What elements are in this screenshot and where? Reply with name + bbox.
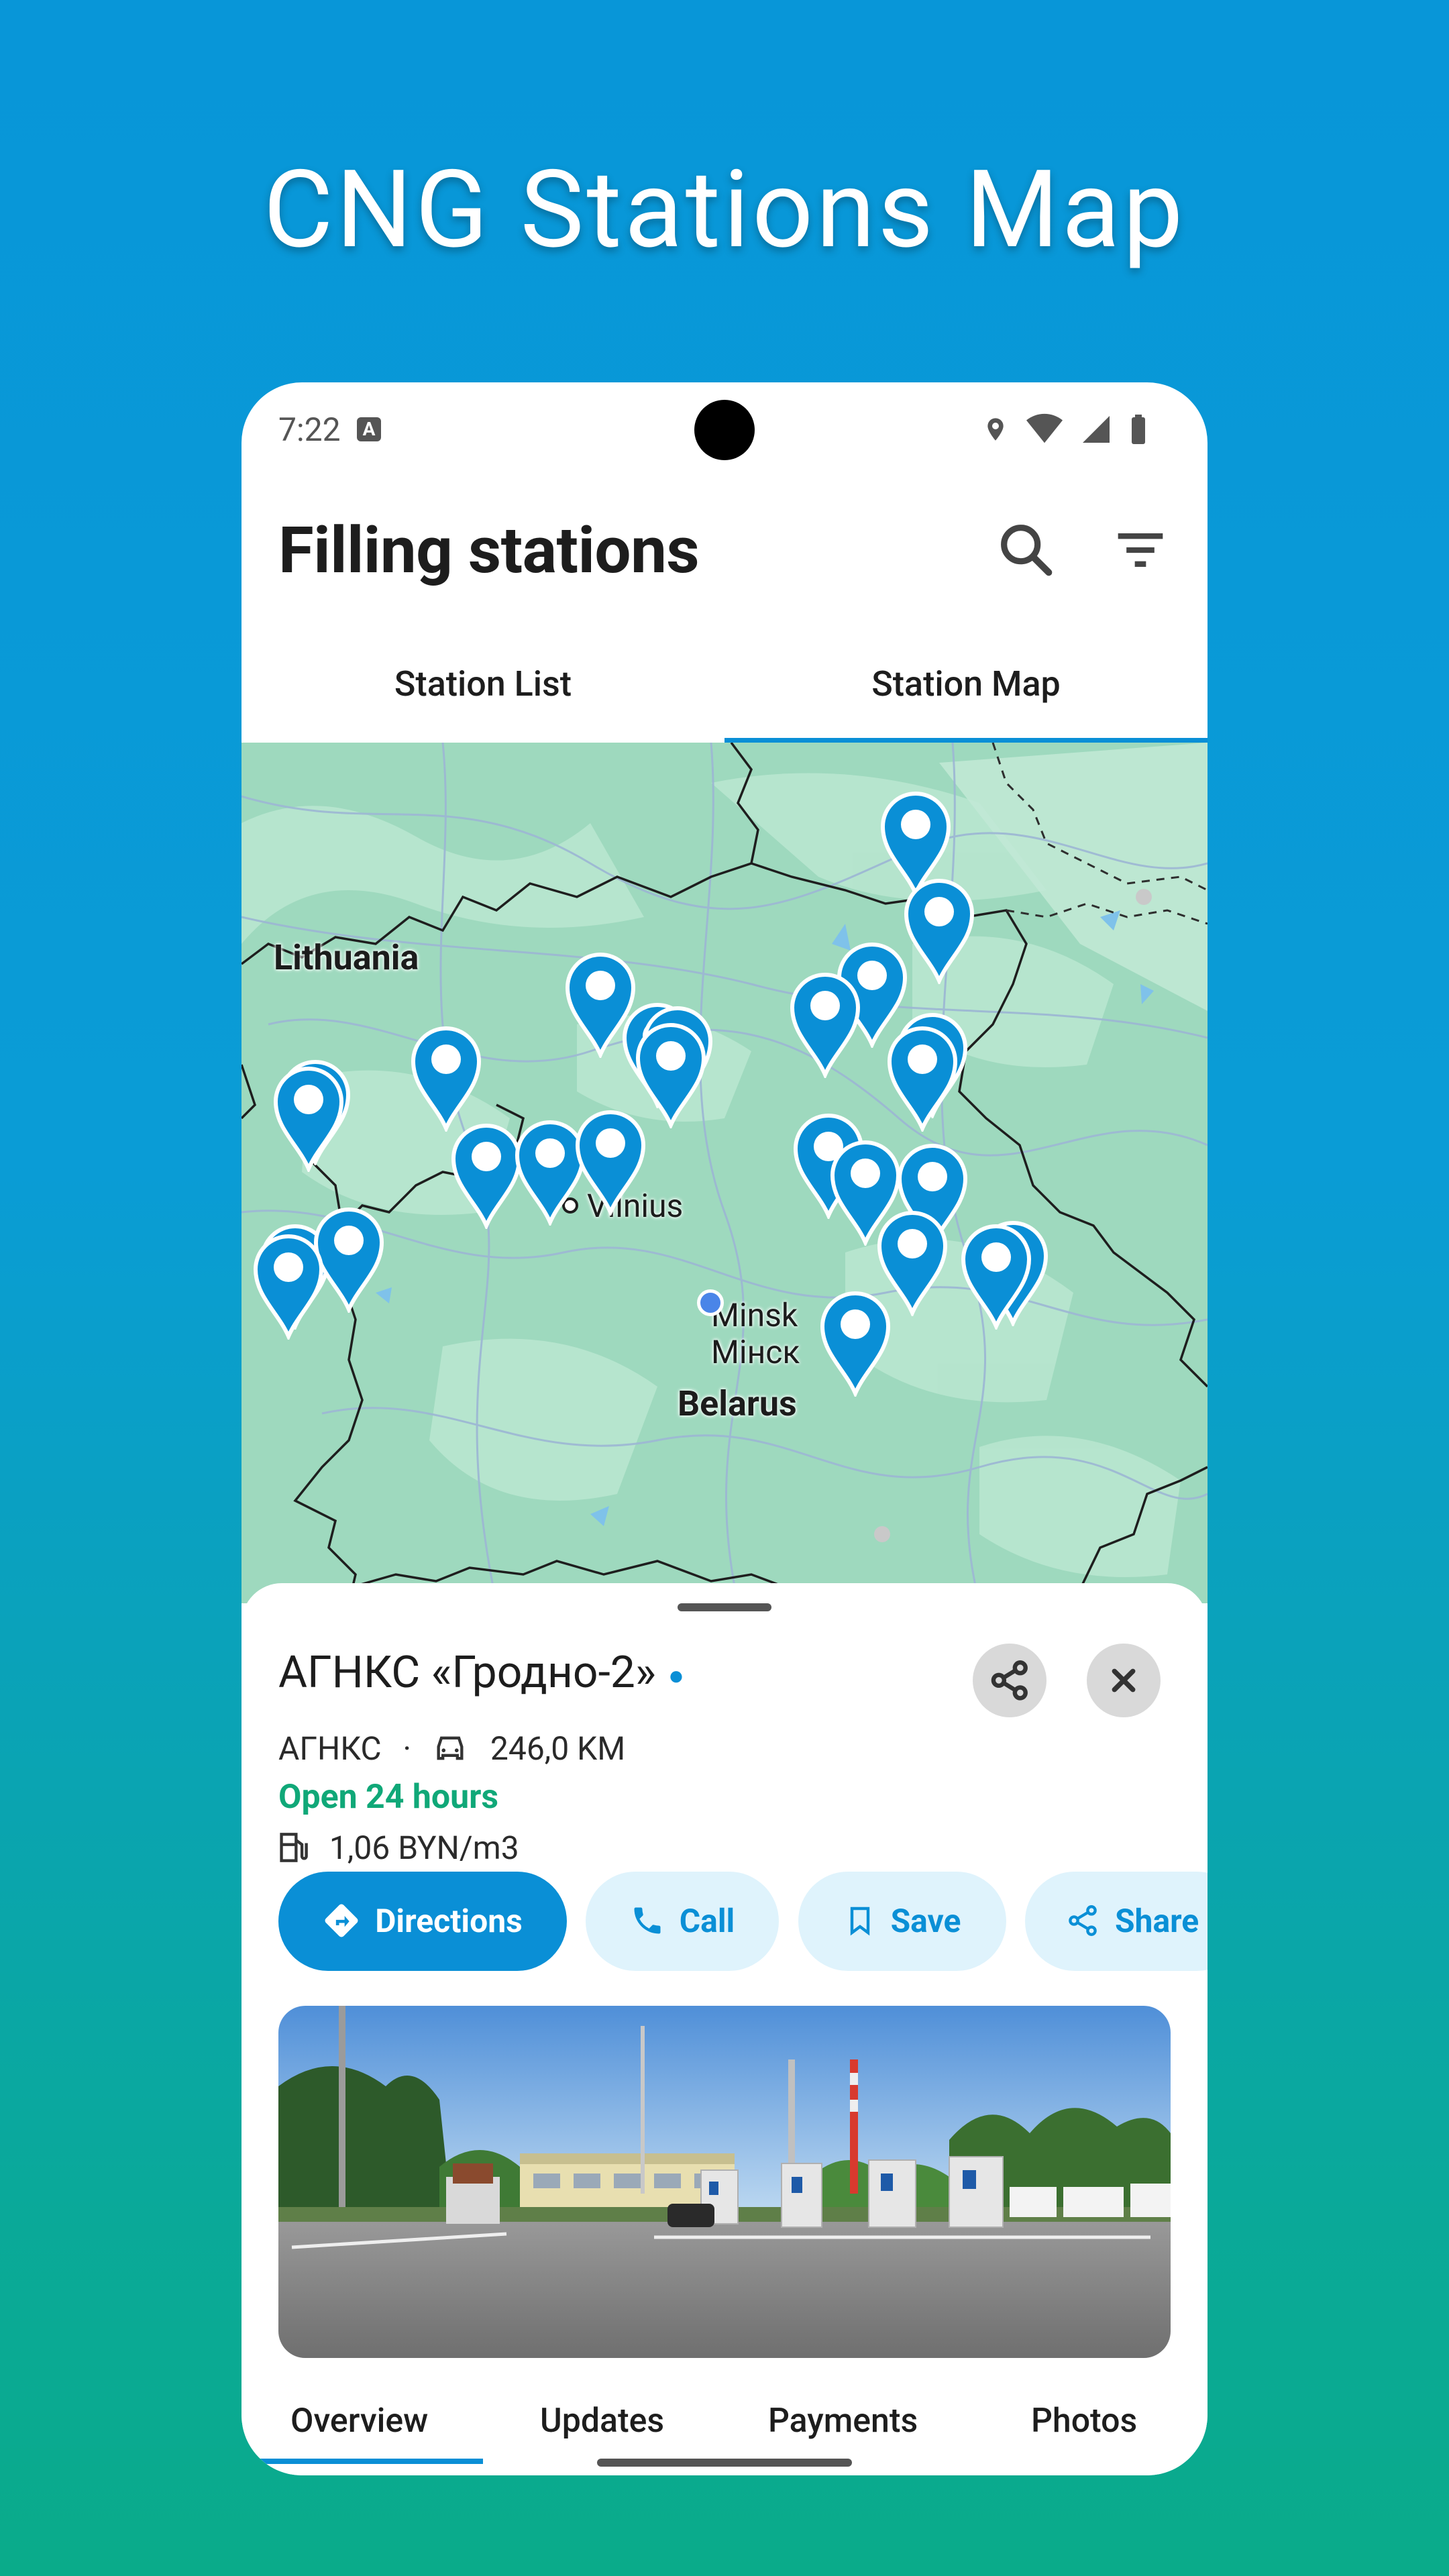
close-icon [1112,1668,1136,1693]
notification-icon: A [357,417,381,441]
fuel-pump-icon [280,1833,308,1863]
station-name: АГНКС «Гродно-2» [278,1647,656,1699]
station-pin-icon[interactable] [818,1289,892,1397]
phone-icon [634,1907,661,1934]
status-icons [967,413,1147,445]
phone-screen: 7:22 A Filling stations Station List Sta… [241,382,1208,2475]
front-camera [694,400,755,460]
station-pin-icon[interactable] [902,877,976,984]
station-pin-icon[interactable] [885,1024,959,1132]
location-icon [987,418,1004,441]
tab-payments[interactable]: Payments [768,2402,918,2440]
station-name-row: АГНКС «Гродно-2» ● [278,1647,684,1699]
save-button[interactable]: Save [798,1872,1006,1971]
station-pin-icon[interactable] [272,1065,345,1172]
tab-photos[interactable]: Photos [1031,2402,1137,2440]
battery-icon [1132,415,1145,444]
home-indicator[interactable] [597,2459,852,2467]
meta-separator: · [402,1729,412,1768]
station-distance: 246,0 KM [490,1729,626,1768]
share-icon [991,1660,1028,1701]
station-pin-icon[interactable] [959,1222,1033,1330]
sheet-drag-handle[interactable] [678,1603,771,1611]
directions-label: Directions [375,1902,523,1940]
station-price-row: 1,06 BYN/m3 [278,1829,519,1867]
promo-title: CNG Stations Map [263,148,1186,273]
tab-overview[interactable]: Overview [290,2402,428,2440]
share-button[interactable]: Share [1025,1872,1208,1971]
bookmark-icon [850,1907,869,1936]
signal-icon [1083,416,1110,443]
map-terrain [241,743,1208,1603]
station-photo-image [278,2006,1171,2358]
map-label-minsk: Minsk [711,1296,798,1334]
share-label: Share [1115,1902,1199,1940]
map-label-belarus: Belarus [678,1383,797,1424]
station-meta: АГНКС · 246,0 KM [278,1729,625,1768]
view-tabs: Station List Station Map [241,651,1208,741]
station-type: АГНКС [278,1729,382,1768]
active-detail-tab-indicator [252,2459,483,2464]
station-photo[interactable] [278,2006,1171,2358]
tab-updates[interactable]: Updates [540,2402,664,2440]
page-title: Filling stations [278,513,700,588]
map-label-minsk-local: Мінск [711,1333,800,1371]
station-pin-icon[interactable] [409,1024,483,1132]
status-time: 7:22 [278,411,341,449]
opening-hours: Open 24 hours [278,1778,499,1817]
car-icon [437,1736,464,1760]
filter-icon [1118,533,1163,567]
share-round-button[interactable] [973,1644,1046,1717]
station-map[interactable]: Lithuania Vilnius Minsk Мінск Belarus [241,743,1208,1603]
call-label: Call [679,1902,735,1940]
call-button[interactable]: Call [586,1872,779,1971]
share-icon [1069,1905,1097,1937]
station-details-sheet: АГНКС «Гродно-2» ● АГНКС · 246,0 KM Open … [241,1583,1208,2475]
search-icon [1001,525,1053,576]
station-pin-icon[interactable] [788,971,862,1078]
status-bar: 7:22 A [241,382,1208,476]
station-pin-icon[interactable] [449,1122,523,1229]
filter-button[interactable] [1107,517,1174,584]
save-label: Save [890,1902,961,1940]
tab-station-list[interactable]: Station List [241,651,724,741]
station-pin-icon[interactable] [574,1108,647,1216]
close-button[interactable] [1087,1644,1161,1717]
wifi-icon [1026,413,1063,443]
directions-button[interactable]: Directions [278,1872,567,1971]
search-button[interactable] [993,517,1060,584]
map-label-lithuania: Lithuania [274,937,419,978]
tab-station-map[interactable]: Station Map [724,651,1208,741]
status-dot-icon: ● [667,1660,685,1692]
current-location-dot [697,1289,724,1316]
directions-icon [325,1904,358,1937]
active-tab-indicator [724,738,1208,743]
station-pin-icon[interactable] [252,1232,325,1340]
station-price: 1,06 BYN/m3 [329,1829,519,1867]
